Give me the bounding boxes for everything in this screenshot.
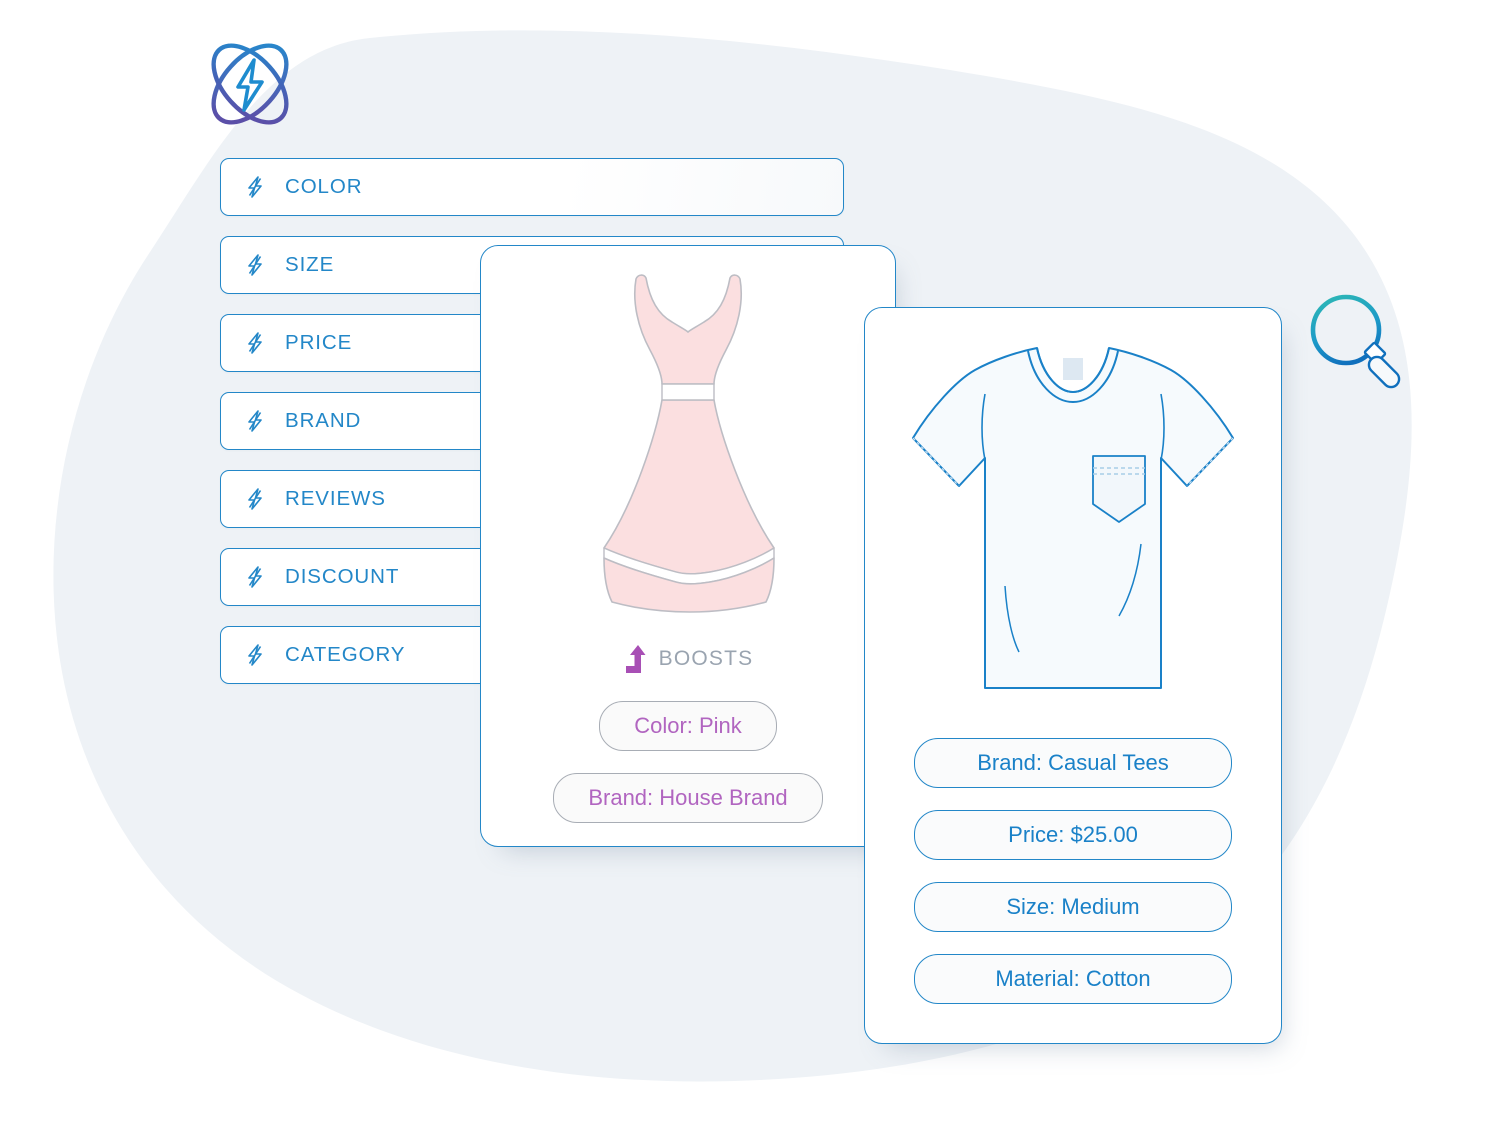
lightning-bolt-icon xyxy=(248,566,262,588)
facet-label: COLOR xyxy=(285,175,363,198)
lightning-bolt-icon xyxy=(248,254,262,276)
illustration-canvas: COLOR SIZE PRICE BRAND REVIEWS DISCOUNT … xyxy=(0,0,1512,1148)
boost-up-arrow-icon xyxy=(625,645,646,673)
product-card-dress[interactable]: BOOSTS Color: Pink Brand: House Brand xyxy=(480,245,896,847)
blue-tshirt-illustration xyxy=(912,347,1234,689)
facet-label: PRICE xyxy=(285,331,353,354)
attribute-pill-material[interactable]: Material: Cotton xyxy=(914,954,1232,1004)
facet-label: SIZE xyxy=(285,253,335,276)
pink-dress-illustration xyxy=(603,274,775,613)
lightning-bolt-icon xyxy=(248,644,262,666)
attribute-pill-size[interactable]: Size: Medium xyxy=(914,882,1232,932)
attribute-pill-price[interactable]: Price: $25.00 xyxy=(914,810,1232,860)
facet-label: DISCOUNT xyxy=(285,565,400,588)
boosts-header: BOOSTS xyxy=(481,644,895,674)
attribute-pill-color[interactable]: Color: Pink xyxy=(599,701,777,751)
magnifying-glass-icon[interactable] xyxy=(1302,288,1414,394)
lightning-bolt-icon xyxy=(248,410,262,432)
attribute-pill-brand[interactable]: Brand: Casual Tees xyxy=(914,738,1232,788)
boosts-label: BOOSTS xyxy=(658,647,754,670)
atom-lightning-logo xyxy=(211,43,289,125)
dress-attribute-list: Color: Pink Brand: House Brand xyxy=(481,701,895,823)
attribute-pill-brand[interactable]: Brand: House Brand xyxy=(553,773,823,823)
facet-label: REVIEWS xyxy=(285,487,386,510)
facet-label: CATEGORY xyxy=(285,643,406,666)
product-card-tshirt[interactable]: Brand: Casual Tees Price: $25.00 Size: M… xyxy=(864,307,1282,1044)
lightning-bolt-icon xyxy=(248,332,262,354)
lightning-bolt-icon xyxy=(248,488,262,510)
facet-row-color[interactable]: COLOR xyxy=(220,158,844,216)
tshirt-attribute-list: Brand: Casual Tees Price: $25.00 Size: M… xyxy=(865,738,1281,1004)
lightning-bolt-icon xyxy=(248,176,262,198)
facet-label: BRAND xyxy=(285,409,362,432)
